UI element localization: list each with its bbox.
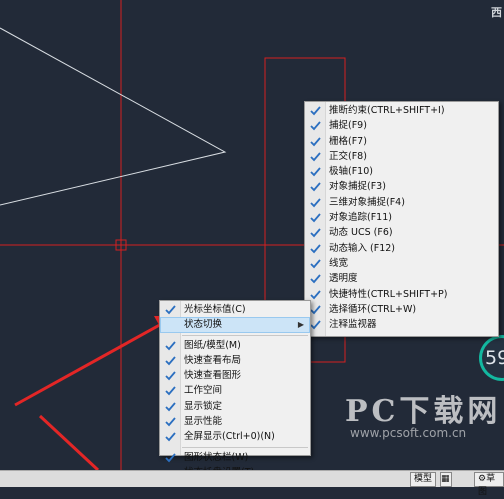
triangle-drawing [0, 27, 227, 206]
submenu-item-label: 注释监视器 [329, 319, 377, 331]
checkmark-icon [165, 432, 176, 442]
menu-item-quick-layout[interactable]: 快速查看布局 [160, 353, 310, 368]
checkmark-icon [310, 305, 321, 315]
menu-item-cursor-coords[interactable]: 光标坐标值(C) [160, 302, 310, 317]
checkmark-icon [165, 417, 176, 427]
menu-item-label: 图形状态栏(W) [184, 451, 249, 463]
status-bar: 模型 ▦ ⚙草图 [0, 470, 504, 497]
menu-item-label: 全屏显示(Ctrl+0)(N) [184, 431, 275, 443]
submenu-item-label: 透明度 [329, 273, 358, 285]
menu-item-drawing-statusbar[interactable]: 图形状态栏(W) [160, 450, 310, 465]
checkmark-icon [310, 289, 321, 299]
submenu-item-label: 选择循环(CTRL+W) [329, 303, 417, 315]
checkmark-icon [310, 228, 321, 238]
menu-separator [182, 446, 308, 448]
viewcube-west-label: 西 [491, 6, 502, 19]
settings-icon: ⚙ [478, 474, 487, 484]
checkmark-icon [310, 213, 321, 223]
submenu-item-label: 快捷特性(CTRL+SHIFT+P) [329, 288, 448, 300]
submenu-item[interactable]: 快捷特性(CTRL+SHIFT+P) [305, 287, 498, 302]
submenu-item[interactable]: 线宽 [305, 256, 498, 271]
menu-item-label: 快速查看布局 [184, 354, 242, 366]
checkmark-icon [165, 371, 176, 381]
submenu-item-label: 对象捕捉(F3) [329, 181, 386, 193]
menu-item-paper-model[interactable]: 图纸/模型(M) [160, 338, 310, 353]
menu-separator [182, 334, 308, 336]
submenu-item-label: 对象追踪(F11) [329, 212, 392, 224]
watermark: PC下载网 www.pcsoft.com.cn [345, 386, 501, 440]
submenu-item[interactable]: 动态 UCS (F6) [305, 225, 498, 240]
checkmark-icon [310, 137, 321, 146]
submenu-item-label: 三维对象捕捉(F4) [329, 196, 405, 208]
menu-item-label: 状态切换 [184, 319, 223, 331]
model-button[interactable]: 模型 [410, 472, 437, 487]
submenu-item-label: 捕捉(F9) [329, 120, 367, 132]
submenu-item[interactable]: 注释监视器 [305, 317, 498, 332]
submenu-item[interactable]: 三维对象捕捉(F4) [305, 195, 498, 210]
submenu-item[interactable]: 选择循环(CTRL+W) [305, 302, 498, 317]
submenu-item-label: 推断约束(CTRL+SHIFT+I) [329, 105, 445, 116]
grid-icon[interactable]: ▦ [440, 472, 452, 487]
checkmark-icon [310, 121, 321, 131]
checkmark-icon [165, 356, 176, 366]
checkmark-icon [165, 453, 176, 462]
menu-item-label: 快速查看图形 [184, 370, 242, 382]
menu-item-show-performance[interactable]: 显示性能 [160, 414, 310, 429]
submenu-item[interactable]: 透明度 [305, 271, 498, 286]
menu-item-label: 显示性能 [184, 416, 223, 428]
checkmark-icon [310, 152, 321, 162]
checkmark-icon [310, 244, 321, 253]
submenu-item[interactable]: 极轴(F10) [305, 164, 498, 179]
checkmark-icon [165, 402, 176, 412]
menu-item-workspace[interactable]: 工作空间 [160, 383, 310, 398]
checkmark-icon [310, 198, 321, 208]
draft-button[interactable]: ⚙草图 [474, 472, 504, 497]
checkmark-icon [165, 386, 176, 396]
statusbar-context-menu: 光标坐标值(C) 状态切换 ▶ 图纸/模型(M) 快速查看布局 快速查看图形 工… [159, 300, 311, 478]
submenu-item-label: 极轴(F10) [329, 166, 373, 178]
submenu-item-label: 动态 UCS (F6) [329, 227, 393, 239]
submenu-item-label: 栅格(F7) [329, 135, 367, 147]
submenu-item[interactable]: 正交(F8) [305, 149, 498, 164]
submenu-item[interactable]: 动态输入 (F12) [305, 241, 498, 256]
submenu-item[interactable]: 推断约束(CTRL+SHIFT+I) [305, 103, 498, 118]
submenu-item[interactable]: 捕捉(F9) [305, 118, 498, 133]
submenu-arrow-icon: ▶ [297, 320, 304, 330]
submenu-item[interactable]: 栅格(F7) [305, 134, 498, 149]
checkmark-icon [310, 259, 321, 269]
menu-item-fullscreen[interactable]: 全屏显示(Ctrl+0)(N) [160, 429, 310, 444]
menu-item-label: 光标坐标值(C) [184, 304, 246, 315]
checkmark-icon [310, 274, 321, 284]
checkmark-icon [165, 341, 176, 350]
checkmark-icon [310, 320, 321, 330]
submenu-item-label: 动态输入 (F12) [329, 242, 395, 254]
menu-item-label: 显示锁定 [184, 400, 223, 412]
menu-item-label: 图纸/模型(M) [184, 339, 241, 351]
menu-item-show-lock[interactable]: 显示锁定 [160, 399, 310, 414]
checkmark-icon [310, 167, 321, 177]
submenu-item[interactable]: 对象捕捉(F3) [305, 179, 498, 194]
menu-item-status-toggle[interactable]: 状态切换 ▶ [160, 317, 310, 333]
watermark-main: PC下载网 [345, 394, 502, 429]
checkmark-icon [310, 182, 321, 192]
status-toggle-submenu: 推断约束(CTRL+SHIFT+I) 捕捉(F9) 栅格(F7) 正交(F8) 极轴(F… [304, 101, 499, 337]
annotation-arrow-line-1 [14, 320, 166, 407]
checkmark-icon [310, 106, 321, 116]
checkmark-icon [165, 305, 176, 315]
submenu-item-label: 线宽 [329, 257, 349, 269]
annotation-arrow-line-2 [38, 414, 100, 472]
submenu-item-label: 正交(F8) [329, 150, 367, 162]
menu-item-label: 工作空间 [184, 385, 223, 397]
menu-item-quick-drawing[interactable]: 快速查看图形 [160, 368, 310, 383]
submenu-item[interactable]: 对象追踪(F11) [305, 210, 498, 225]
